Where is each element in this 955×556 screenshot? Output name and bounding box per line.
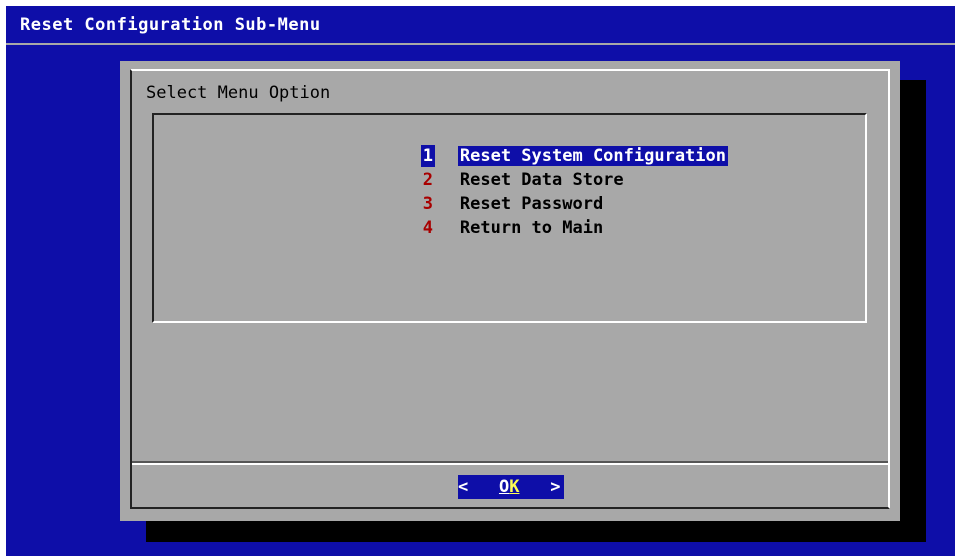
menu-list: 1 Reset System Configuration 2 Reset Data … — [152, 113, 867, 323]
terminal-screen: Reset Configuration Sub-Menu Select Menu… — [6, 6, 955, 556]
menu-dialog: Select Menu Option 1 Reset System Configu… — [120, 61, 900, 521]
menu-item-tag: 4 — [422, 218, 434, 238]
menu-item-label: Return to Main — [459, 218, 604, 238]
ok-label-rest: K — [509, 477, 520, 497]
dialog-prompt: Select Menu Option — [146, 83, 331, 103]
menu-item-reset-data-store[interactable]: 2 Reset Data Store — [339, 147, 626, 190]
button-area-divider — [132, 463, 888, 465]
backtitle: Reset Configuration Sub-Menu — [20, 15, 321, 35]
ok-hotkey: O — [498, 477, 510, 497]
ok-left-bracket: < — [458, 477, 469, 497]
backtitle-divider — [6, 43, 955, 45]
menu-item-return-to-main[interactable]: 4 Return to Main — [339, 195, 605, 238]
menu-item-reset-system-configuration[interactable]: 1 Reset System Configuration — [339, 123, 728, 167]
ok-button[interactable]: < OK > — [458, 475, 564, 499]
ok-right-bracket: > — [550, 477, 561, 497]
menu-item-reset-password[interactable]: 3 Reset Password — [339, 171, 605, 214]
